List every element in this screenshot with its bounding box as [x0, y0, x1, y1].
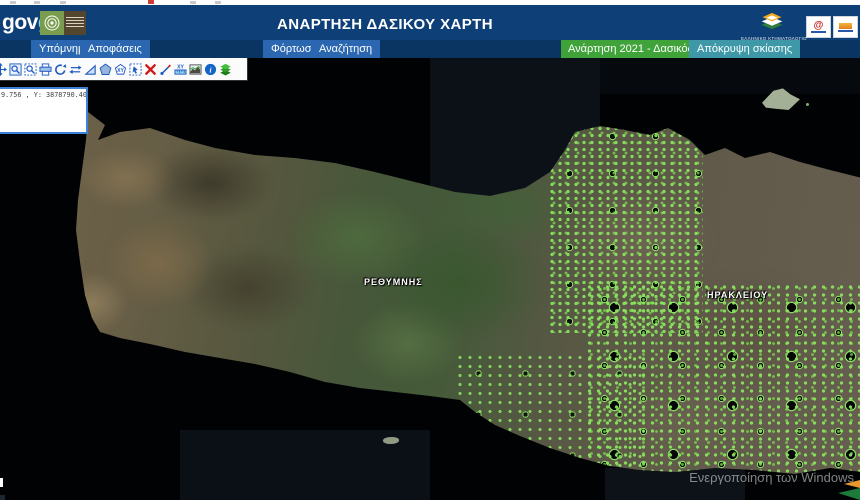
identify-icon[interactable]: i [203, 61, 218, 78]
bookmark-icon [190, 1, 196, 4]
zoom-selection-icon[interactable] [23, 61, 38, 78]
cadastre-corner-logo [836, 478, 860, 500]
hide-shading-button[interactable]: Απόκρυψη σκίασης [689, 40, 800, 58]
menu-item-apofaseis[interactable]: Αποφάσεις [80, 40, 150, 58]
measure-area-icon[interactable] [83, 61, 98, 78]
clear-selection-icon[interactable] [143, 61, 158, 78]
xy-coordinates-icon[interactable]: XY [173, 61, 188, 78]
scale-tick [0, 478, 3, 487]
at-sign-logo[interactable]: @ [806, 16, 831, 38]
at-sign-icon: @ [814, 21, 824, 30]
browser-bookmarks-strip [0, 0, 860, 5]
islet-south [383, 437, 399, 444]
polygon-coordinates-icon[interactable]: XY [113, 61, 128, 78]
print-icon[interactable] [38, 61, 53, 78]
building-logo[interactable] [833, 16, 858, 38]
map-label-irakleiou: ΗΡΑΚΛΕΙΟΥ [707, 290, 768, 300]
forest-overlay-south [455, 353, 645, 478]
map-toolbar: XY XY i [0, 58, 248, 81]
windows-activation-watermark: Ενεργοποίηση των Windows [689, 470, 854, 485]
map-tile-seam [600, 58, 860, 94]
islet-dot [806, 103, 809, 106]
pan-icon[interactable] [0, 61, 8, 78]
bookmark-icon [34, 1, 40, 4]
cadastre-logo[interactable]: ΕΛΛΗΝΙΚΟ ΚΤΗΜΑΤΟΛΟΓΙΟ [741, 12, 803, 41]
zoom-window-icon[interactable] [8, 61, 23, 78]
select-features-icon[interactable] [128, 61, 143, 78]
svg-text:XY: XY [117, 67, 124, 73]
tree-rings-icon [40, 11, 64, 35]
layers-icon[interactable] [218, 61, 233, 78]
previous-extent-icon[interactable] [53, 61, 68, 78]
bookmark-icon [10, 1, 16, 4]
draw-measure-icon[interactable] [158, 61, 173, 78]
govgr-logo-gov: gov [2, 11, 38, 34]
elevation-profile-icon[interactable] [188, 61, 203, 78]
map-canvas[interactable]: ΡΕΘΥΜΝΗΣ ΗΡΑΚΛΕΙΟΥ Ενεργοποίηση των Wind… [0, 58, 860, 500]
draw-polygon-icon[interactable] [98, 61, 113, 78]
bookmark-icon [60, 1, 66, 4]
forest-service-logo[interactable] [40, 11, 86, 35]
logo-bar [838, 30, 853, 32]
app-header: govgr ΑΝΑΡΤΗΣΗ ΔΑΣΙΚΟΥ ΧΑΡΤΗ ΕΛΛΗΝΙΚΟ ΚΤ… [0, 5, 860, 40]
map-label-rethymnis: ΡΕΘΥΜΝΗΣ [364, 277, 423, 287]
bookmark-icon [215, 1, 221, 4]
logo-bar [811, 31, 826, 33]
forest-map-app: govgr ΑΝΑΡΤΗΣΗ ΔΑΣΙΚΟΥ ΧΑΡΤΗ ΕΛΛΗΝΙΚΟ ΚΤ… [0, 0, 860, 500]
scale-dot [0, 495, 5, 500]
measure-distance-icon[interactable] [68, 61, 83, 78]
cadastre-diamond-icon [756, 12, 788, 30]
coordinate-readout-text: 9.756 , Y: 3878790.402 [0, 89, 86, 101]
forest-logo-text-block [64, 11, 86, 35]
page-title: ΑΝΑΡΤΗΣΗ ΔΑΣΙΚΟΥ ΧΑΡΤΗ [277, 16, 493, 33]
building-icon [839, 23, 852, 29]
menu-item-anazitisi[interactable]: Αναζήτηση [311, 40, 380, 58]
menu-bar: Υπόμνημα Αποφάσεις Φόρτωση Αναζήτηση Ανά… [0, 40, 860, 58]
bookmark-icon [148, 0, 154, 4]
coordinate-readout-box: 9.756 , Y: 3878790.402 [0, 87, 88, 134]
